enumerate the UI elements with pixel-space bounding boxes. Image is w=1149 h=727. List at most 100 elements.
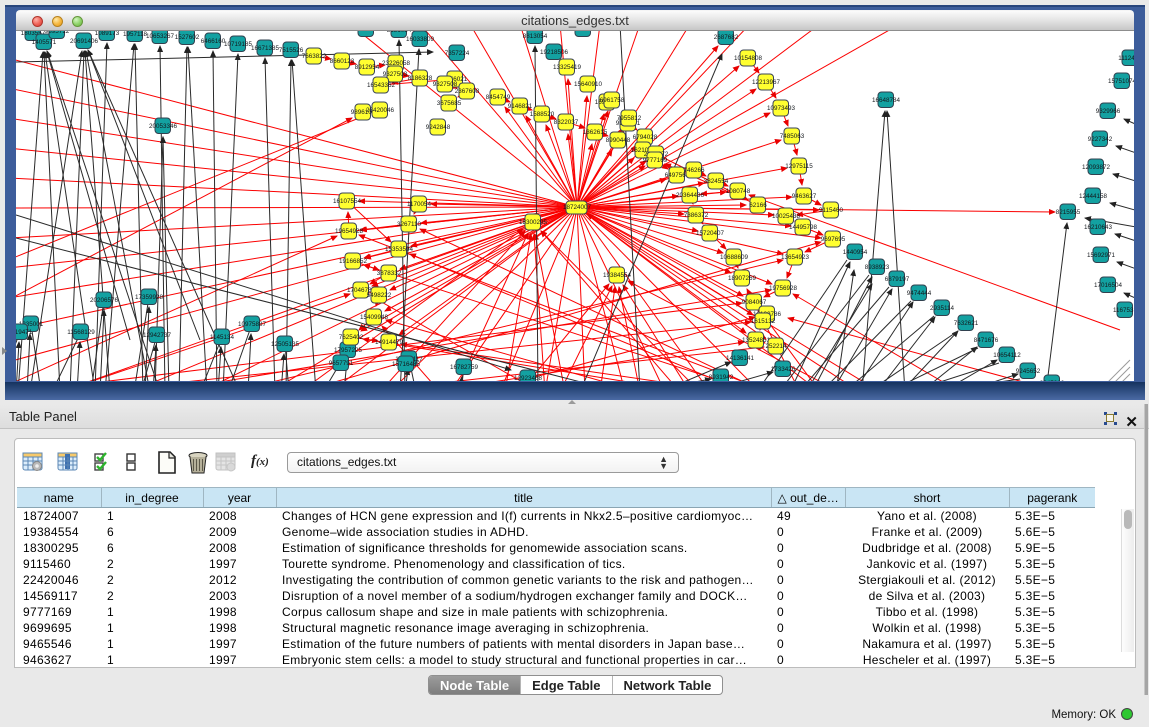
svg-text:1405571: 1405571: [32, 39, 57, 46]
svg-text:1615132: 1615132: [751, 318, 776, 325]
svg-text:9329966: 9329966: [1096, 108, 1121, 115]
svg-text:8186328: 8186328: [408, 75, 433, 82]
svg-text:252214: 252214: [765, 343, 787, 350]
svg-text:1145134: 1145134: [210, 334, 235, 341]
svg-text:17016504: 17016504: [1094, 282, 1123, 289]
svg-text:7955812: 7955812: [617, 115, 642, 122]
svg-text:16543362: 16543362: [367, 82, 396, 89]
svg-text:1588520: 1588520: [530, 111, 555, 118]
svg-text:1957118: 1957118: [123, 31, 148, 38]
svg-text:12213967: 12213967: [752, 79, 781, 86]
svg-text:62166: 62166: [749, 202, 767, 209]
svg-text:7357224: 7357224: [445, 50, 470, 57]
svg-text:7625402: 7625402: [339, 334, 364, 341]
svg-text:16671385: 16671385: [251, 45, 280, 52]
svg-text:5498222: 5498222: [367, 292, 392, 299]
svg-text:15640910: 15640910: [574, 81, 603, 88]
svg-text:1733426: 1733426: [771, 366, 796, 373]
svg-text:11568129: 11568129: [67, 329, 95, 336]
svg-text:15692971: 15692971: [1087, 252, 1116, 259]
svg-text:13325419: 13325419: [553, 64, 582, 71]
svg-text:16782759: 16782759: [450, 364, 479, 371]
svg-text:19384554: 19384554: [603, 272, 632, 279]
svg-text:10973493: 10973493: [767, 105, 796, 112]
svg-text:14914479: 14914479: [375, 339, 404, 346]
svg-text:7386372: 7386372: [684, 212, 709, 219]
svg-text:8471676: 8471676: [974, 337, 999, 344]
svg-text:19218506: 19218506: [540, 49, 569, 56]
svg-text:19166852: 19166852: [339, 258, 368, 265]
svg-text:2935114: 2935114: [930, 305, 955, 312]
svg-text:18907269: 18907269: [728, 275, 757, 282]
svg-text:9657791: 9657791: [329, 360, 354, 367]
svg-text:10025438: 10025438: [772, 213, 801, 220]
svg-text:746266: 746266: [683, 167, 705, 174]
svg-text:20364436: 20364436: [676, 192, 705, 199]
svg-text:7485063: 7485063: [780, 133, 805, 140]
svg-text:3919471: 3919471: [16, 329, 33, 336]
svg-text:9327508: 9327508: [433, 81, 458, 88]
svg-text:6961758: 6961758: [600, 97, 625, 104]
svg-text:12975115: 12975115: [785, 163, 813, 170]
svg-text:8931942: 8931942: [709, 374, 734, 381]
svg-text:3675685: 3675685: [437, 100, 462, 107]
svg-text:7515526: 7515526: [279, 47, 304, 54]
svg-text:16107554: 16107554: [333, 198, 362, 205]
svg-text:9084067: 9084067: [742, 299, 767, 306]
svg-text:8245012: 8245012: [1040, 380, 1065, 381]
svg-text:16033809: 16033809: [406, 36, 435, 43]
svg-text:3878332: 3878332: [377, 270, 402, 277]
svg-text:1362615: 1362615: [583, 129, 608, 136]
svg-text:15409948: 15409948: [360, 314, 389, 321]
svg-text:9463627: 9463627: [792, 193, 817, 200]
svg-text:10654112: 10654112: [993, 352, 1021, 359]
svg-text:13654923: 13654923: [781, 254, 810, 261]
svg-text:2687682: 2687682: [714, 34, 739, 41]
svg-text:8454749: 8454749: [486, 94, 511, 101]
svg-text:15353594: 15353594: [385, 246, 414, 253]
svg-text:20691406: 20691406: [70, 38, 99, 45]
svg-text:1170054: 1170054: [407, 201, 432, 208]
svg-text:8322037: 8322037: [554, 119, 579, 126]
svg-text:8912954: 8912954: [355, 64, 380, 71]
svg-text:10719185: 10719185: [224, 41, 253, 48]
svg-text:18300295: 18300295: [519, 219, 548, 226]
svg-text:1167531: 1167531: [1113, 307, 1134, 314]
svg-text:9115460: 9115460: [819, 207, 844, 214]
svg-text:8660123: 8660123: [330, 58, 355, 65]
svg-text:9474444: 9474444: [907, 290, 932, 297]
svg-text:7663822: 7663822: [302, 53, 327, 60]
svg-text:10975887: 10975887: [238, 321, 267, 328]
svg-text:10688609: 10688609: [720, 254, 749, 261]
svg-text:20053346: 20053346: [149, 123, 178, 130]
svg-text:18724007: 18724007: [563, 204, 592, 211]
svg-text:12923468: 12923468: [514, 375, 543, 381]
svg-text:7632621: 7632621: [954, 320, 979, 327]
svg-text:8215955: 8215955: [1056, 209, 1081, 216]
svg-text:1527602: 1527602: [175, 34, 200, 41]
svg-text:3824554: 3824554: [704, 178, 729, 185]
svg-text:16210643: 16210643: [1084, 224, 1113, 231]
svg-text:8938923: 8938923: [865, 264, 890, 271]
svg-text:17359928: 17359928: [135, 294, 164, 301]
svg-text:9245652: 9245652: [1016, 368, 1041, 375]
svg-text:14495798: 14495798: [789, 224, 818, 231]
svg-text:10154808: 10154808: [734, 55, 763, 62]
svg-text:20206576: 20206576: [90, 297, 119, 304]
svg-text:8636107: 8636107: [571, 31, 596, 33]
svg-text:15716485: 15716485: [392, 361, 421, 368]
svg-text:12942737: 12942737: [143, 332, 172, 339]
svg-text:15751074: 15751074: [1108, 78, 1134, 85]
svg-text:19756928: 19756928: [769, 285, 798, 292]
svg-text:15720407: 15720407: [696, 230, 725, 237]
svg-text:9697695: 9697695: [821, 236, 846, 243]
svg-text:6879197: 6879197: [885, 276, 910, 283]
svg-text:19654928: 19654928: [335, 228, 364, 235]
svg-text:9895712: 9895712: [45, 31, 70, 35]
svg-text:9227342: 9227342: [1088, 136, 1113, 143]
svg-text:23420046: 23420046: [366, 107, 395, 114]
svg-text:8813054: 8813054: [523, 33, 548, 40]
svg-text:12444158: 12444158: [1079, 193, 1108, 200]
svg-text:12093872: 12093872: [1082, 164, 1111, 171]
svg-text:8131054: 8131054: [387, 31, 412, 34]
